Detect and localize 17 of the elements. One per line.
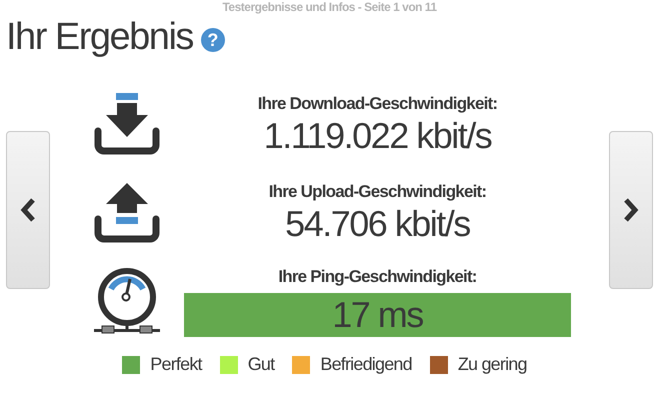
legend-label: Gut xyxy=(248,354,274,375)
help-icon[interactable]: ? xyxy=(200,28,225,52)
result-label: Ihre Download-Geschwindigkeit: xyxy=(258,94,498,114)
previous-button[interactable] xyxy=(6,131,50,289)
chevron-left-icon xyxy=(20,197,36,223)
page-title: Ihr Ergebnis xyxy=(6,16,193,58)
legend-label: Befriedigend xyxy=(320,354,412,375)
result-bar: 17 ms xyxy=(184,293,571,337)
result-value: 54.706 kbit/s xyxy=(285,202,470,246)
chevron-right-icon xyxy=(623,197,639,223)
next-button[interactable] xyxy=(609,131,653,289)
legend-label: Zu gering xyxy=(458,354,527,375)
result-value: 1.119.022 kbit/s xyxy=(264,114,492,158)
result-label: Ihre Upload-Geschwindigkeit: xyxy=(268,182,486,202)
legend-label: Perfekt xyxy=(150,354,202,375)
page-caption: Testergebnisse und Infos - Seite 1 von 11 xyxy=(221,0,438,14)
result-label: Ihre Ping-Geschwindigkeit: xyxy=(278,267,477,287)
